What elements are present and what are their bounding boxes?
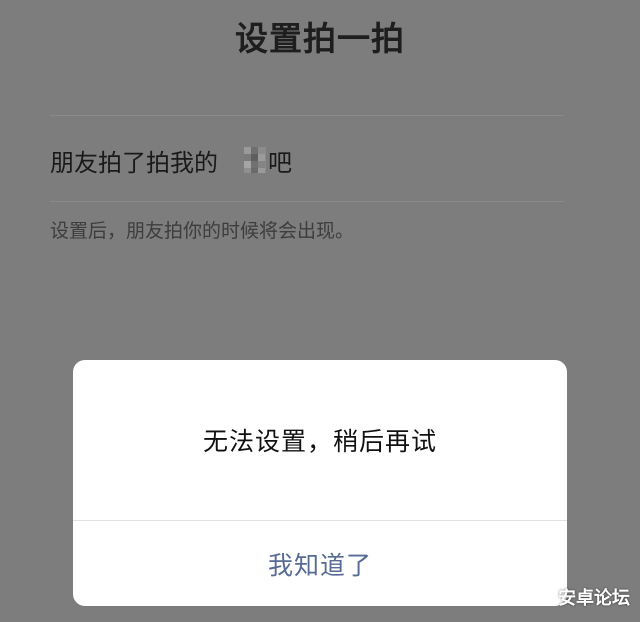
pat-hint-text: 设置后，朋友拍你的时候将会出现。 [50, 220, 355, 242]
pat-text-row[interactable]: 朋友拍了拍我的 吧 [50, 142, 292, 178]
pat-prefix-label: 朋友拍了拍我的 [50, 148, 218, 177]
page-title: 设置拍一拍 [235, 19, 405, 58]
divider-top [50, 115, 564, 116]
watermark-text: 安卓论坛 [558, 588, 630, 609]
pat-suffix-label: 吧 [268, 148, 292, 177]
dialog-message: 无法设置，稍后再试 [202, 427, 437, 456]
divider-bottom [50, 201, 564, 202]
got-it-button[interactable]: 我知道了 [73, 521, 567, 606]
pixelated-input-mosaic[interactable] [244, 147, 266, 173]
alert-dialog: 无法设置，稍后再试 我知道了 [73, 360, 567, 606]
